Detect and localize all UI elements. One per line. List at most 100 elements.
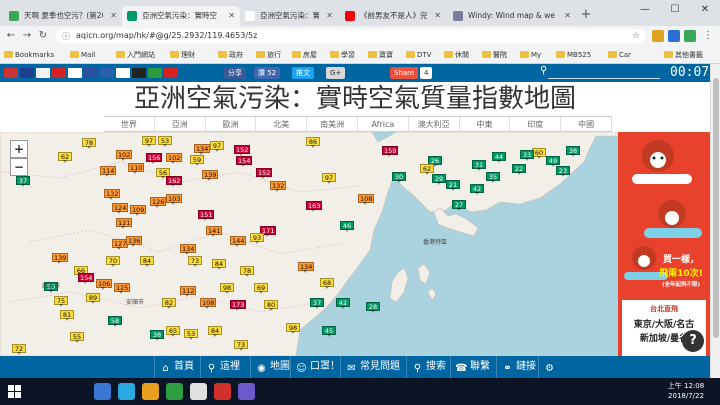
bottom-nav-item[interactable]: ⚲ 搜索 <box>406 356 450 378</box>
language-flag-icon[interactable] <box>36 68 50 78</box>
share-button[interactable]: Share <box>390 67 419 79</box>
aqi-marker[interactable]: 89 <box>86 293 100 304</box>
aqi-marker[interactable]: 65 <box>166 326 180 337</box>
aqi-marker[interactable]: 108 <box>200 298 217 309</box>
bookmark-item[interactable]: 寶寶 <box>368 46 393 64</box>
aqi-marker[interactable]: 132 <box>270 181 287 192</box>
aqi-marker[interactable]: 84 <box>140 256 154 267</box>
page-scrollbar[interactable] <box>710 64 720 378</box>
browser-tab[interactable]: Windy: Wind map & we ✕ <box>448 6 576 26</box>
bottom-nav-item[interactable]: ⚭ 鏈接 <box>496 356 538 378</box>
aqi-marker[interactable]: 173 <box>230 300 247 311</box>
bottom-nav-item[interactable]: ⌂ 首頁 <box>154 356 200 378</box>
aqi-marker[interactable]: 53 <box>158 136 172 147</box>
aqi-marker[interactable]: 136 <box>126 236 143 247</box>
bottom-nav-item[interactable]: ⚙ <box>538 356 558 378</box>
aqi-marker[interactable]: 78 <box>82 138 96 149</box>
bookmark-item[interactable]: Car <box>608 46 631 64</box>
aqi-marker[interactable]: 68 <box>320 278 334 289</box>
aqi-marker[interactable]: 38 <box>150 330 164 341</box>
share-button[interactable]: 推文 <box>292 67 314 79</box>
region-tab[interactable]: Africa <box>358 117 409 132</box>
region-tab[interactable]: 澳大利亞 <box>409 117 460 132</box>
aqi-marker[interactable]: 69 <box>254 283 268 294</box>
tab-close-icon[interactable]: ✕ <box>564 6 571 26</box>
system-clock[interactable]: 上午 12:08 2018/7/22 <box>666 381 706 401</box>
aqi-marker[interactable]: 98 <box>286 323 300 334</box>
aqi-marker[interactable]: 159 <box>382 146 399 157</box>
taskbar-app-icon[interactable] <box>190 383 207 400</box>
new-tab-button[interactable]: + <box>578 7 594 23</box>
language-flag-icon[interactable] <box>132 68 146 78</box>
aqi-marker[interactable]: 30 <box>392 172 406 183</box>
bottom-nav-item[interactable]: ✉ 常見問題 <box>340 356 406 378</box>
language-flag-icon[interactable] <box>148 68 162 78</box>
aqi-marker[interactable]: 53 <box>184 329 198 340</box>
browser-tab[interactable]: 《前男友不是人》完整版 ✕ <box>340 6 446 26</box>
aqi-marker[interactable]: 151 <box>198 210 215 221</box>
aqi-marker[interactable]: 29 <box>432 174 446 185</box>
airline-ad[interactable]: 買一樣， 飛兩10次! (全年起飛不限) 台北直飛 東京/大阪/名古 新加坡/曼… <box>618 132 710 356</box>
bottom-nav-item[interactable]: ☎ 聯繫 <box>450 356 496 378</box>
region-tab[interactable]: 印度 <box>510 117 562 132</box>
aqi-marker[interactable]: 49 <box>546 156 560 167</box>
aqi-marker[interactable]: 73 <box>234 340 248 351</box>
aqi-marker[interactable]: 126 <box>150 197 167 208</box>
aqi-marker[interactable]: 144 <box>230 236 247 247</box>
back-button[interactable]: ← <box>4 29 18 43</box>
aqi-marker[interactable]: 46 <box>340 221 354 232</box>
minimize-button[interactable]: — <box>630 0 660 20</box>
aqi-marker[interactable]: 35 <box>486 172 500 183</box>
aqi-marker[interactable]: 102 <box>166 153 183 164</box>
bookmark-item[interactable]: 學習 <box>330 46 355 64</box>
aqi-marker[interactable]: 27 <box>452 200 466 211</box>
bookmark-item[interactable]: 政府 <box>218 46 243 64</box>
language-flag-icon[interactable] <box>100 68 114 78</box>
bookmark-item[interactable]: Bookmarks <box>4 46 54 64</box>
aqi-marker[interactable]: 62 <box>58 152 72 163</box>
tab-close-icon[interactable]: ✕ <box>434 6 441 26</box>
taskbar-app-icon[interactable] <box>166 383 183 400</box>
aqi-marker[interactable]: 114 <box>100 166 117 177</box>
aqi-marker[interactable]: 78 <box>240 266 254 277</box>
aqi-marker[interactable]: 163 <box>306 201 323 212</box>
tab-close-icon[interactable]: ✕ <box>326 6 333 26</box>
aqi-marker[interactable]: 59 <box>190 155 204 166</box>
share-button[interactable]: G+ <box>326 67 346 79</box>
bookmark-star-icon[interactable]: ☆ <box>632 29 640 43</box>
bottom-nav-item[interactable]: ⚲ 這裡 <box>200 356 250 378</box>
aqi-marker[interactable]: 42 <box>336 298 350 309</box>
language-flag-icon[interactable] <box>20 68 34 78</box>
aqi-marker[interactable]: 70 <box>106 256 120 267</box>
aqi-marker[interactable]: 22 <box>512 164 526 175</box>
scrollbar-thumb[interactable] <box>713 78 719 338</box>
aqi-marker[interactable]: 152 <box>256 168 273 179</box>
aqi-marker[interactable]: 31 <box>472 160 486 171</box>
bookmark-item[interactable]: 其他書籤 <box>664 46 703 64</box>
maximize-button[interactable]: ☐ <box>660 0 690 20</box>
aqi-marker[interactable]: 45 <box>322 326 336 337</box>
bookmark-item[interactable]: My <box>520 46 541 64</box>
aqi-marker[interactable]: 81 <box>60 310 74 321</box>
aqi-marker[interactable]: 108 <box>358 194 375 205</box>
language-flag-icon[interactable] <box>52 68 66 78</box>
aqi-marker[interactable]: 124 <box>112 203 129 214</box>
aqi-marker[interactable]: 37 <box>16 176 30 187</box>
aqi-marker[interactable]: 23 <box>556 166 570 177</box>
aqi-marker[interactable]: 73 <box>188 256 202 267</box>
aqi-marker[interactable]: 154 <box>78 273 95 284</box>
aqi-marker[interactable]: 60 <box>532 148 546 159</box>
region-tab[interactable]: 亞洲 <box>155 117 206 132</box>
address-bar[interactable]: ⓘ aqicn.org/map/hk/#@g/25.2932/119.4653/… <box>56 29 646 43</box>
taskbar-app-icon[interactable] <box>142 383 159 400</box>
bookmark-item[interactable]: 休閒 <box>444 46 469 64</box>
aqi-marker[interactable]: 44 <box>492 152 506 163</box>
aqi-marker[interactable]: 109 <box>130 205 147 216</box>
language-flag-icon[interactable] <box>116 68 130 78</box>
bottom-nav-item[interactable]: ◉ 地圖 <box>250 356 290 378</box>
browser-tab[interactable]: 亞洲空氣污染：實時空 ✕ <box>122 6 240 26</box>
aqi-marker[interactable]: 33 <box>520 150 534 161</box>
bookmark-item[interactable]: 房屋 <box>292 46 317 64</box>
aqi-marker[interactable]: 134 <box>298 262 315 273</box>
site-search-input[interactable]: ⚲ <box>540 65 660 79</box>
